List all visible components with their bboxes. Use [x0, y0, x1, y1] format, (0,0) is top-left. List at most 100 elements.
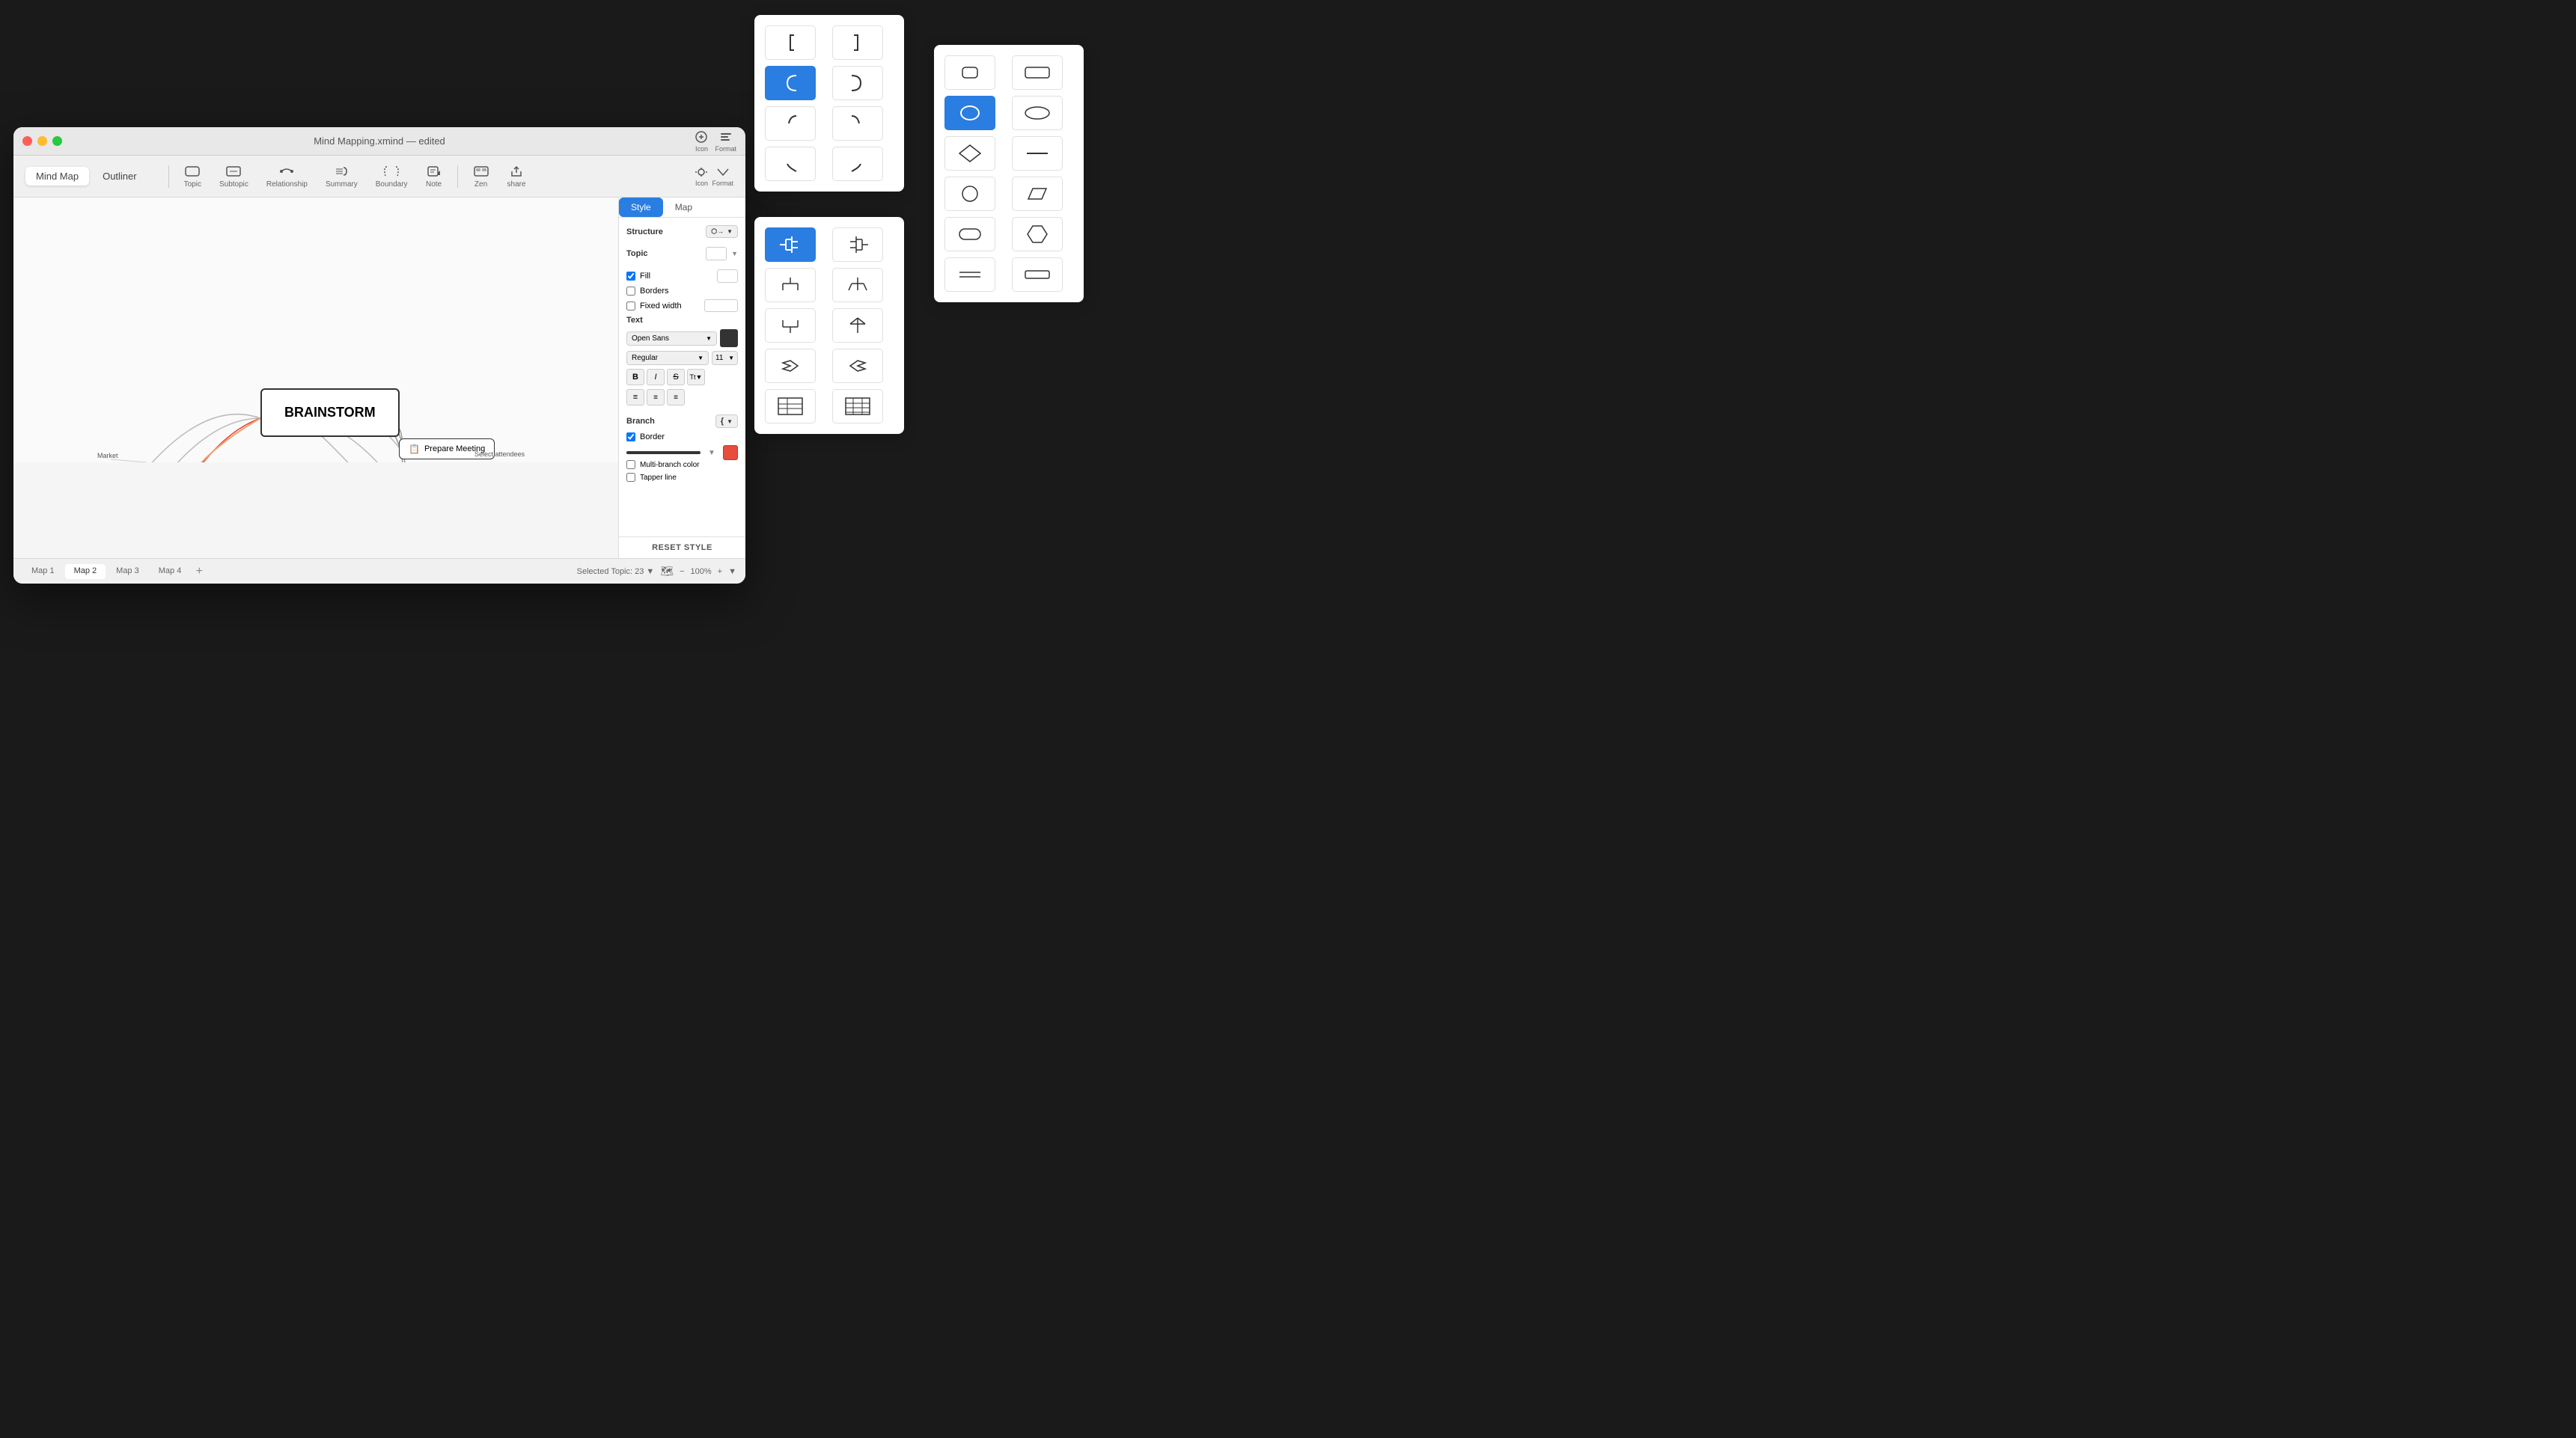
map-tab-2[interactable]: Map 2	[65, 564, 106, 579]
grid-single-shape[interactable]	[765, 389, 816, 423]
circle-shape[interactable]	[944, 177, 995, 211]
rect-small-shape[interactable]	[944, 55, 995, 90]
topic-control[interactable]: ▼	[706, 247, 738, 260]
bracket-top-left-shape[interactable]	[765, 25, 816, 60]
map-tab-3[interactable]: Map 3	[107, 564, 148, 579]
toolbar-tabs: Mind Map Outliner	[25, 167, 147, 186]
size-select[interactable]: 11 ▼	[712, 351, 738, 365]
tree-up-shape[interactable]	[765, 308, 816, 343]
font-select[interactable]: Open Sans ▼	[626, 331, 717, 346]
ellipse-selected-shape[interactable]	[944, 96, 995, 130]
diamond-shape[interactable]	[944, 136, 995, 171]
structure-dropdown[interactable]: ⬡→ ▼	[706, 225, 738, 238]
branch-control[interactable]: { ▼	[715, 414, 738, 428]
tab-mindmap[interactable]: Mind Map	[25, 167, 89, 186]
toolbar-relationship[interactable]: Relationship	[260, 162, 314, 192]
toolbar-note[interactable]: Note	[420, 162, 448, 192]
add-map-button[interactable]: +	[192, 564, 207, 579]
border-checkbox[interactable]	[626, 432, 635, 441]
bracket-right-curve-shape[interactable]	[832, 66, 883, 100]
format-button[interactable]: Format	[715, 130, 736, 153]
topic-dropdown-arrow[interactable]: ▼	[731, 250, 738, 257]
format-panel-icon	[715, 166, 730, 178]
subtopic-icon	[225, 165, 242, 178]
toolbar-topic[interactable]: Topic	[178, 162, 207, 192]
reset-style-button[interactable]: RESET STYLE	[619, 536, 745, 558]
fish-left-shape[interactable]	[765, 349, 816, 383]
structure-control[interactable]: ⬡→ ▼	[706, 225, 738, 238]
align-left-button[interactable]: ≡	[626, 389, 644, 406]
zen-label: Zen	[474, 180, 487, 189]
ellipse-wide-shape[interactable]	[1012, 96, 1063, 130]
color-slider[interactable]	[626, 451, 701, 454]
double-line-shape[interactable]	[944, 257, 995, 292]
line-shape[interactable]	[1012, 136, 1063, 171]
borders-checkbox[interactable]	[626, 287, 635, 296]
bracket-curve-right-shape[interactable]	[832, 106, 883, 141]
panel-content: Structure ⬡→ ▼ Topic	[619, 218, 745, 536]
zoom-in[interactable]: +	[718, 567, 722, 576]
fixed-width-checkbox[interactable]	[626, 302, 635, 310]
parallelogram-shape[interactable]	[1012, 177, 1063, 211]
toolbar: Mind Map Outliner Topic Subtopic	[13, 156, 745, 198]
maximize-button[interactable]	[52, 136, 62, 146]
zoom-dropdown[interactable]: ▼	[728, 567, 736, 576]
map-tab-1[interactable]: Map 1	[22, 564, 64, 579]
tapper-row: Tapper line	[626, 473, 738, 482]
relationship-icon	[278, 165, 295, 178]
h-tree-selected-shape[interactable]	[765, 227, 816, 262]
toolbar-summary[interactable]: Summary	[320, 162, 364, 192]
fish-right-shape[interactable]	[832, 349, 883, 383]
fill-color-box[interactable]	[717, 269, 738, 283]
zoom-out[interactable]: −	[680, 567, 684, 576]
fill-checkbox[interactable]	[626, 272, 635, 281]
text-section: Text Open Sans ▼ Regular	[626, 316, 738, 406]
text-style-button[interactable]: Tt▼	[687, 369, 705, 385]
branch-dropdown[interactable]: { ▼	[715, 414, 738, 428]
style-tab[interactable]: Style	[619, 198, 663, 217]
bracket-top-right-shape[interactable]	[832, 25, 883, 60]
bracket-selected-shape[interactable]	[765, 66, 816, 100]
tab-outliner[interactable]: Outliner	[92, 167, 147, 186]
bracket-bottom-left-shape[interactable]	[765, 147, 816, 181]
italic-button[interactable]: I	[647, 369, 665, 385]
topic-color-box[interactable]	[706, 247, 727, 260]
icon-button[interactable]: Icon	[694, 130, 709, 153]
multi-branch-checkbox[interactable]	[626, 460, 635, 469]
bracket-curve-left-shape[interactable]	[765, 106, 816, 141]
map-tab-4[interactable]: Map 4	[150, 564, 191, 579]
toolbar-boundary[interactable]: Boundary	[370, 162, 414, 192]
style-select[interactable]: Regular ▼	[626, 351, 709, 365]
thin-rect-shape[interactable]	[1012, 257, 1063, 292]
bold-button[interactable]: B	[626, 369, 644, 385]
hexagon-shape[interactable]	[1012, 217, 1063, 251]
align-buttons: ≡ ≡ ≡	[626, 389, 738, 406]
boundary-icon	[383, 165, 400, 178]
rect-wide-shape[interactable]	[1012, 55, 1063, 90]
strikethrough-button[interactable]: S	[667, 369, 685, 385]
color-picker-arrow[interactable]: ▼	[705, 446, 718, 459]
tapper-checkbox[interactable]	[626, 473, 635, 482]
tree-down-shape[interactable]	[765, 268, 816, 302]
map-tab[interactable]: Map	[663, 198, 704, 217]
toolbar-share[interactable]: share	[501, 162, 532, 192]
align-center-button[interactable]: ≡	[647, 389, 665, 406]
app-window: Mind Mapping.xmind — edited Icon Format	[13, 127, 745, 584]
h-tree-alt-shape[interactable]	[832, 227, 883, 262]
panel-format-btn[interactable]: Format	[712, 166, 733, 187]
tree-down-alt-shape[interactable]	[832, 268, 883, 302]
align-right-button[interactable]: ≡	[667, 389, 685, 406]
tree-up-alt-shape[interactable]	[832, 308, 883, 343]
close-button[interactable]	[22, 136, 32, 146]
font-color-box[interactable]	[720, 329, 738, 347]
toolbar-zen[interactable]: Zen	[467, 162, 495, 192]
grid-double-shape[interactable]	[832, 389, 883, 423]
toolbar-subtopic[interactable]: Subtopic	[213, 162, 254, 192]
minimize-button[interactable]	[37, 136, 47, 146]
rounded-rect-shape[interactable]	[944, 217, 995, 251]
central-node[interactable]: BRAINSTORM	[260, 388, 400, 437]
fixed-width-input[interactable]: 123 px	[704, 299, 738, 312]
panel-icon-btn[interactable]: Icon	[694, 166, 709, 187]
branch-color-swatch[interactable]	[723, 445, 738, 460]
bracket-bottom-right-shape[interactable]	[832, 147, 883, 181]
